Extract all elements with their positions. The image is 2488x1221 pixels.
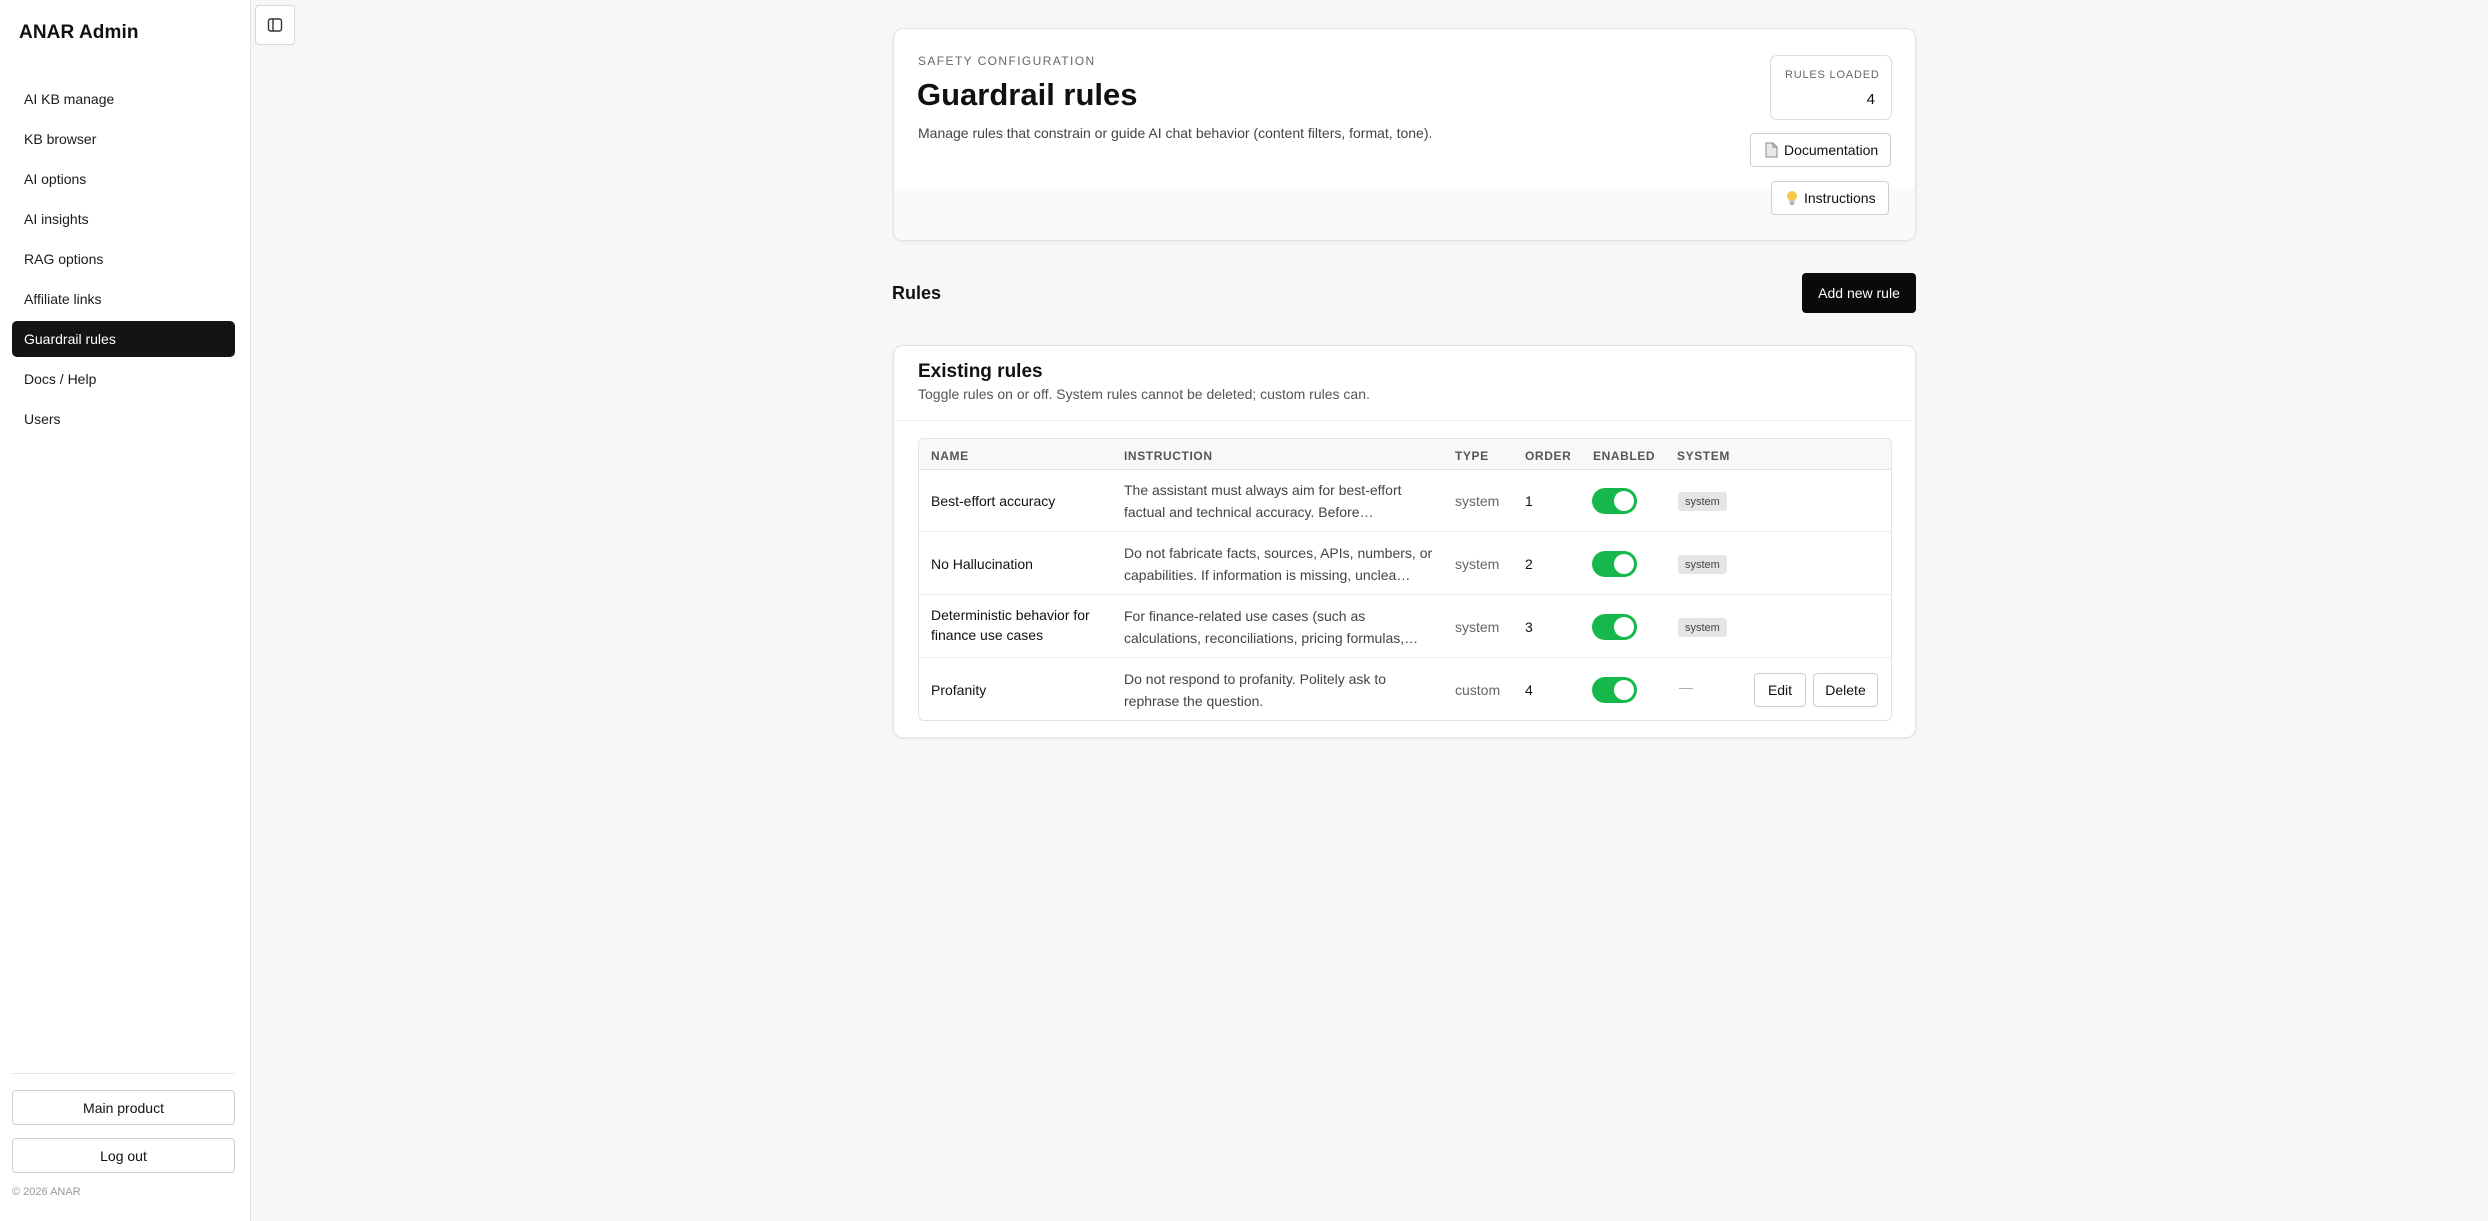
sidebar-item-users[interactable]: Users bbox=[12, 401, 235, 437]
copyright: © 2026 ANAR bbox=[12, 1186, 81, 1198]
sidebar: ANAR Admin AI KB manage KB browser AI op… bbox=[0, 0, 251, 1221]
rule-instruction: Do not respond to profanity. Politely as… bbox=[1124, 671, 1386, 709]
table-row: Profanity Do not respond to profanity. P… bbox=[919, 659, 1891, 720]
rule-name: Deterministic behavior for finance use c… bbox=[931, 607, 1090, 643]
column-header-system: SYSTEM bbox=[1677, 449, 1730, 463]
sidebar-toggle-icon bbox=[267, 17, 283, 33]
rule-order: 2 bbox=[1525, 556, 1533, 572]
toggle-knob bbox=[1614, 617, 1634, 637]
sidebar-nav: AI KB manage KB browser AI options AI in… bbox=[12, 81, 235, 441]
rule-type: system bbox=[1455, 556, 1500, 572]
rule-instruction: The assistant must always aim for best-e… bbox=[1124, 482, 1402, 520]
system-badge: system bbox=[1678, 492, 1727, 511]
rules-heading: Rules bbox=[892, 283, 942, 303]
header-eyebrow: SAFETY CONFIGURATION bbox=[918, 54, 1096, 68]
sidebar-item-ai-kb-manage[interactable]: AI KB manage bbox=[12, 81, 235, 117]
system-empty: — bbox=[1679, 679, 1693, 695]
page-title: Guardrail rules bbox=[917, 77, 1138, 112]
existing-rules-card: Existing rules Toggle rules on or off. S… bbox=[893, 345, 1916, 738]
column-header-enabled: ENABLED bbox=[1593, 449, 1656, 463]
sidebar-item-ai-options[interactable]: AI options bbox=[12, 161, 235, 197]
edit-rule-button[interactable]: Edit bbox=[1754, 673, 1806, 707]
enabled-toggle[interactable] bbox=[1592, 614, 1637, 640]
logout-button[interactable]: Log out bbox=[12, 1138, 235, 1173]
document-icon bbox=[1765, 142, 1778, 158]
rule-type: custom bbox=[1455, 682, 1501, 698]
header-card: SAFETY CONFIGURATION Guardrail rules Man… bbox=[893, 28, 1916, 241]
sidebar-item-docs-help[interactable]: Docs / Help bbox=[12, 361, 235, 397]
rule-order: 1 bbox=[1525, 493, 1533, 509]
rule-type: system bbox=[1455, 619, 1500, 635]
enabled-toggle[interactable] bbox=[1592, 551, 1637, 577]
sidebar-divider bbox=[12, 1073, 235, 1074]
toggle-knob bbox=[1614, 680, 1634, 700]
rule-instruction: For finance-related use cases (such as c… bbox=[1124, 608, 1419, 646]
toggle-knob bbox=[1614, 554, 1634, 574]
system-badge: system bbox=[1678, 555, 1727, 574]
main-product-button[interactable]: Main product bbox=[12, 1090, 235, 1125]
enabled-toggle[interactable] bbox=[1592, 488, 1637, 514]
existing-rules-title: Existing rules bbox=[918, 361, 1043, 382]
toggle-knob bbox=[1614, 491, 1634, 511]
table-row: No Hallucination Do not fabricate facts,… bbox=[919, 533, 1891, 595]
column-header-type: TYPE bbox=[1455, 449, 1489, 463]
table-row: Deterministic behavior for finance use c… bbox=[919, 596, 1891, 658]
instructions-label: Instructions bbox=[1804, 190, 1876, 206]
enabled-toggle[interactable] bbox=[1592, 677, 1637, 703]
page-description: Manage rules that constrain or guide AI … bbox=[918, 125, 1433, 141]
rules-loaded-value: 4 bbox=[1866, 91, 1875, 108]
rule-order: 4 bbox=[1525, 682, 1533, 698]
header-card-footer-band bbox=[894, 188, 1915, 240]
table-row: Best-effort accuracy The assistant must … bbox=[919, 470, 1891, 532]
rule-name: No Hallucination bbox=[931, 556, 1033, 572]
sidebar-item-kb-browser[interactable]: KB browser bbox=[12, 121, 235, 157]
instructions-button[interactable]: Instructions bbox=[1771, 181, 1889, 215]
brand-title: ANAR Admin bbox=[19, 22, 139, 43]
column-header-order: ORDER bbox=[1525, 449, 1572, 463]
sidebar-item-guardrail-rules[interactable]: Guardrail rules bbox=[12, 321, 235, 357]
system-badge: system bbox=[1678, 618, 1727, 637]
column-header-instruction: INSTRUCTION bbox=[1124, 449, 1213, 463]
card-divider bbox=[894, 420, 1915, 421]
rule-type: system bbox=[1455, 493, 1500, 509]
sidebar-item-rag-options[interactable]: RAG options bbox=[12, 241, 235, 277]
existing-rules-subtitle: Toggle rules on or off. System rules can… bbox=[918, 386, 1370, 402]
sidebar-toggle-button[interactable] bbox=[255, 5, 295, 45]
rule-instruction: Do not fabricate facts, sources, APIs, n… bbox=[1124, 545, 1433, 583]
rule-name: Best-effort accuracy bbox=[931, 493, 1056, 509]
delete-rule-button[interactable]: Delete bbox=[1813, 673, 1878, 707]
rule-name: Profanity bbox=[931, 682, 987, 698]
rules-loaded-stat: RULES LOADED 4 bbox=[1770, 55, 1892, 120]
documentation-label: Documentation bbox=[1784, 142, 1879, 158]
rule-order: 3 bbox=[1525, 619, 1533, 635]
column-header-name: NAME bbox=[931, 449, 969, 463]
add-new-rule-button[interactable]: Add new rule bbox=[1802, 273, 1916, 313]
sidebar-item-affiliate-links[interactable]: Affiliate links bbox=[12, 281, 235, 317]
rules-loaded-label: RULES LOADED bbox=[1785, 69, 1880, 81]
lightbulb-icon bbox=[1786, 190, 1798, 206]
sidebar-item-ai-insights[interactable]: AI insights bbox=[12, 201, 235, 237]
documentation-button[interactable]: Documentation bbox=[1750, 133, 1892, 167]
rules-table: NAME INSTRUCTION TYPE ORDER ENABLED SYST… bbox=[918, 438, 1892, 721]
table-header: NAME INSTRUCTION TYPE ORDER ENABLED SYST… bbox=[919, 439, 1891, 470]
